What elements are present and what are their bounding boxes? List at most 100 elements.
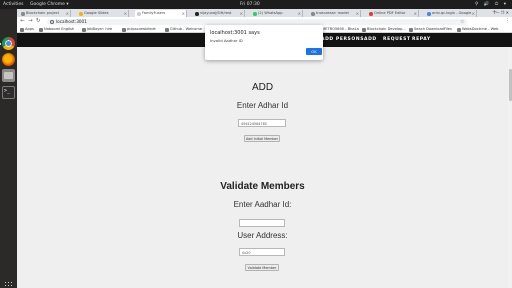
aadhar-id-label: Enter Aadhar Id: xyxy=(233,200,292,209)
bookmark-star-icon[interactable]: ☆ xyxy=(460,19,464,25)
running-indicator xyxy=(0,43,1,45)
forward-icon[interactable]: → xyxy=(28,17,33,26)
close-tab-icon[interactable]: × xyxy=(66,10,69,17)
bookmark-item[interactable]: pulpscrewbitnet xyxy=(122,26,156,33)
bookmark-label: METRO5690 - BhaLa xyxy=(322,27,359,31)
bookmark-icon xyxy=(39,28,43,32)
bookmark-item[interactable]: WebsDoctrine - Web xyxy=(457,26,498,33)
bookmark-label: pulpscrewbitnet xyxy=(127,27,156,31)
browser-tab[interactable]: Blockchain project × xyxy=(19,10,71,17)
bookmark-label: JobBayer: hire xyxy=(87,27,113,31)
alert-message: Invalid Aadhar ID xyxy=(210,38,243,43)
tab-favicon-icon xyxy=(21,12,25,16)
terminal-launcher-icon[interactable] xyxy=(2,86,15,99)
tab-favicon-icon xyxy=(195,12,199,16)
tab-label: vijayuvaj/SIH/rest xyxy=(200,11,232,15)
clock[interactable]: Fri 07:30 xyxy=(240,0,260,9)
bookmark-label: Seach DownloadFiles xyxy=(414,27,452,31)
browser-tab[interactable]: antv.qc.login - Google × xyxy=(425,10,477,17)
tab-favicon-icon xyxy=(79,12,83,16)
browser-tab[interactable]: Google Slides × xyxy=(77,10,129,17)
bookmark-label: Blockchain Develop... xyxy=(367,27,406,31)
app-menu[interactable]: Google Chrome ▾ xyxy=(30,0,69,9)
close-tab-icon[interactable]: × xyxy=(124,10,127,17)
tab-label: Google Slides xyxy=(84,11,109,15)
page-body: ADD Enter Adhar Id 456124564785 Add Init… xyxy=(17,47,512,288)
address-bar[interactable]: localhost:3001 xyxy=(47,18,467,25)
scrollbar-thumb[interactable] xyxy=(508,69,512,101)
nav-link-request[interactable]: REQUEST xyxy=(383,33,411,47)
bookmark-item[interactable]: Github - Welcome xyxy=(165,26,202,33)
tab-label: (2) WhatsApp xyxy=(258,11,283,15)
show-applications-icon[interactable] xyxy=(4,281,13,288)
bookmark-icon xyxy=(362,28,366,32)
apps-icon xyxy=(20,28,24,32)
browser-tab[interactable]: Online PDF Editor × xyxy=(367,10,419,17)
close-tab-icon[interactable]: × xyxy=(414,10,417,17)
bookmark-item[interactable]: JobBayer: hire xyxy=(82,26,112,33)
tab-label: Online PDF Editor xyxy=(374,11,406,15)
bookmark-item[interactable]: Blockchain Develop... xyxy=(362,26,406,33)
files-launcher-icon[interactable] xyxy=(2,69,15,82)
tab-favicon-icon xyxy=(311,12,315,16)
tab-label: FamilyFusers xyxy=(142,11,166,15)
validate-member-button[interactable]: Validate Member xyxy=(245,264,279,271)
browser-tab-active[interactable]: FamilyFusers × xyxy=(135,10,187,17)
chrome-launcher-icon[interactable] xyxy=(2,37,15,50)
bookmark-label: Github - Welcome xyxy=(170,27,203,31)
close-tab-icon[interactable]: × xyxy=(472,10,475,17)
tab-label: truecaesar: model xyxy=(316,11,349,15)
back-icon[interactable]: ← xyxy=(20,17,25,26)
close-tab-icon[interactable]: × xyxy=(240,10,243,17)
browser-tab[interactable]: truecaesar: model × xyxy=(309,10,361,17)
firefox-launcher-icon[interactable] xyxy=(2,53,15,66)
bookmark-label: WebsDoctrine - Web xyxy=(462,27,499,31)
tab-favicon-icon xyxy=(253,12,257,16)
alert-dialog: localhost:3001 says Invalid Aadhar ID OK xyxy=(205,25,323,60)
user-address-input[interactable]: 0x20 xyxy=(239,248,285,256)
tab-strip: Blockchain project × Google Slides × Famil… xyxy=(17,9,512,17)
ubuntu-launcher xyxy=(0,9,17,288)
bookmark-item[interactable]: Apps xyxy=(20,26,34,33)
validate-section-title: Validate Members xyxy=(220,181,305,192)
ubuntu-top-panel: Activities Google Chrome ▾ Fri 07:30 ⚲ 🔊… xyxy=(0,0,512,9)
adhar-id-input[interactable]: 456124564785 xyxy=(238,119,286,127)
window-controls[interactable]: — ❐ ✕ xyxy=(496,9,509,17)
tab-label: Blockchain project xyxy=(26,11,60,15)
alert-title: localhost:3001 says xyxy=(210,30,260,36)
alert-ok-button[interactable]: OK xyxy=(306,48,322,55)
close-tab-icon[interactable]: × xyxy=(298,10,301,17)
tab-favicon-icon xyxy=(369,12,373,16)
bookmark-item[interactable]: METRO5690 - BhaLa xyxy=(317,26,359,33)
tab-favicon-icon xyxy=(427,12,431,16)
close-tab-icon[interactable]: × xyxy=(356,10,359,17)
aadhar-id-validate-input[interactable] xyxy=(239,219,285,227)
github-icon xyxy=(165,28,169,32)
tab-favicon-icon xyxy=(137,12,141,16)
nav-link-add[interactable]: ADD xyxy=(364,33,377,47)
add-initial-member-button[interactable]: Add Initial Member xyxy=(244,135,280,142)
page-viewport: ADD PERSONS ADD REQUEST REPAY ADD Enter … xyxy=(17,33,512,288)
system-tray[interactable]: ⚲ 🔊 ⏻ ▾ xyxy=(475,0,508,9)
bookmark-item[interactable]: Seach DownloadFiles xyxy=(409,26,452,33)
nav-link-add-persons[interactable]: ADD PERSONS xyxy=(321,33,364,47)
adhar-id-label: Enter Adhar Id xyxy=(236,101,289,110)
bookmark-icon xyxy=(82,28,86,32)
url-text: localhost:3001 xyxy=(56,18,87,24)
bookmark-label: Naboomi English xyxy=(44,27,75,31)
browser-tab[interactable]: (2) WhatsApp × xyxy=(251,10,303,17)
reload-icon[interactable]: ↻ xyxy=(36,17,41,26)
bookmark-icon xyxy=(122,28,126,32)
browser-tab[interactable]: vijayuvaj/SIH/rest × xyxy=(193,10,245,17)
add-section-title: ADD xyxy=(251,82,274,93)
nav-link-repay[interactable]: REPAY xyxy=(412,33,431,47)
user-address-label: User Address: xyxy=(237,231,288,240)
chrome-menu-icon[interactable]: ⋮ xyxy=(505,17,510,26)
activities-button[interactable]: Activities xyxy=(3,0,24,9)
bookmark-item[interactable]: Naboomi English xyxy=(39,26,74,33)
site-info-icon[interactable] xyxy=(50,19,54,24)
bookmark-label: Apps xyxy=(25,27,34,31)
page-scrollbar[interactable] xyxy=(508,47,512,288)
bookmark-icon xyxy=(409,28,413,32)
close-tab-icon[interactable]: × xyxy=(182,10,185,17)
